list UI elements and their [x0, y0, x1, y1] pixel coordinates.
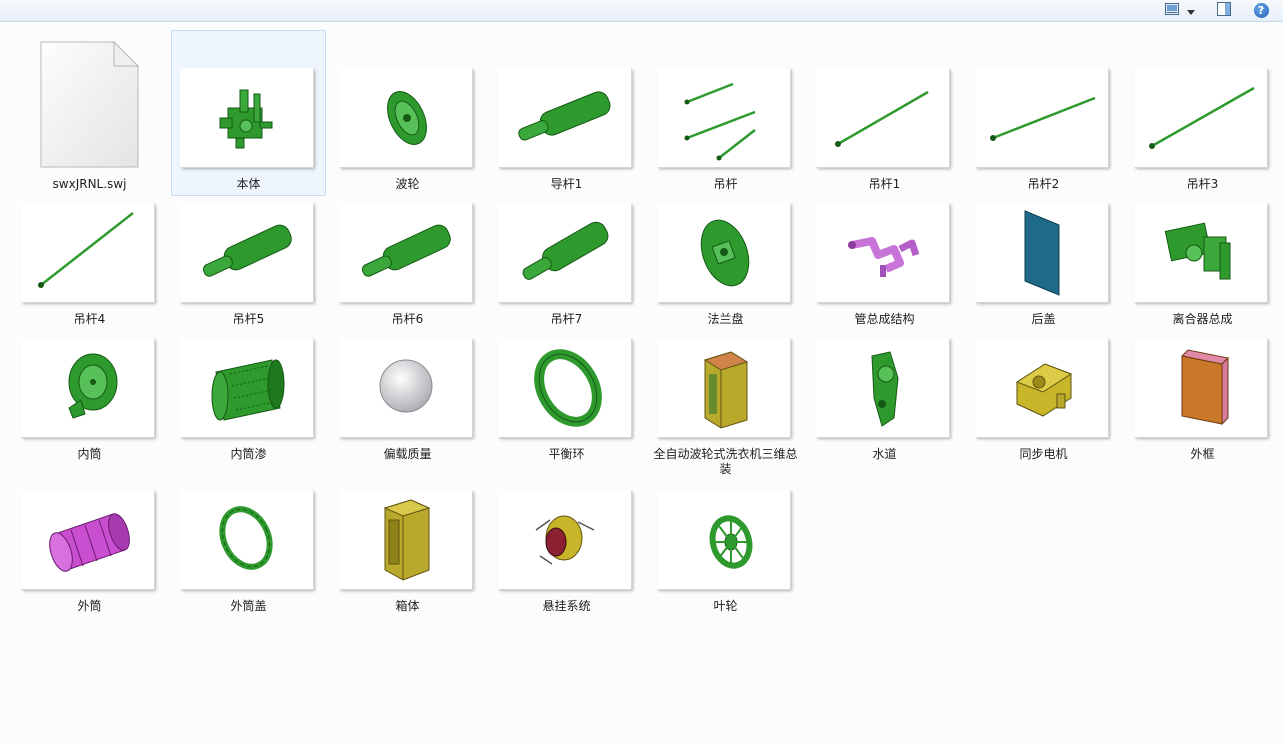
part-thumbnail	[180, 338, 313, 437]
file-label: 吊杆4	[73, 312, 106, 326]
part-thumbnail	[498, 68, 631, 167]
file-label: 导杆1	[550, 177, 583, 191]
file-label: 法兰盘	[707, 312, 744, 326]
file-label: 内筒渗	[230, 447, 267, 461]
file-label: 平衡环	[548, 447, 585, 461]
part-thumbnail	[339, 68, 472, 167]
file-label: 吊杆7	[550, 312, 583, 326]
part-thumbnail	[498, 338, 631, 437]
preview-pane-button[interactable]	[1212, 1, 1236, 20]
assembly-thumbnail	[498, 490, 631, 589]
part-thumbnail	[180, 490, 313, 589]
help-button[interactable]: ?	[1250, 1, 1272, 20]
part-thumbnail	[339, 338, 472, 437]
file-label: 内筒	[77, 447, 102, 461]
file-label: 波轮	[395, 177, 420, 191]
file-label: 叶轮	[713, 599, 738, 613]
part-thumbnail	[816, 203, 949, 302]
file-label: 水道	[872, 447, 897, 461]
part-thumbnail	[21, 490, 154, 589]
part-thumbnail	[339, 490, 472, 589]
preview-pane-icon	[1217, 2, 1231, 19]
file-label: 同步电机	[1019, 447, 1068, 461]
part-thumbnail	[1134, 203, 1267, 302]
file-label: 悬挂系统	[542, 599, 591, 613]
part-thumbnail	[498, 203, 631, 302]
part-thumbnail	[816, 338, 949, 437]
part-thumbnail	[1134, 68, 1267, 167]
file-label: 吊杆5	[232, 312, 265, 326]
file-label: 吊杆	[713, 177, 738, 191]
view-options-button[interactable]	[1160, 1, 1200, 20]
part-thumbnail	[339, 203, 472, 302]
view-options-icon	[1165, 3, 1179, 18]
part-thumbnail	[657, 490, 790, 589]
file-label: 吊杆6	[391, 312, 424, 326]
part-thumbnail	[975, 338, 1108, 437]
file-label: 管总成结构	[854, 312, 915, 326]
part-thumbnail	[816, 68, 949, 167]
part-thumbnail	[180, 203, 313, 302]
chevron-down-icon	[1187, 4, 1195, 18]
part-thumbnail	[657, 203, 790, 302]
file-label: 偏载质量	[383, 447, 432, 461]
file-label: 本体	[236, 177, 261, 191]
explorer-toolbar: ?	[0, 0, 1283, 22]
assembly-thumbnail	[657, 338, 790, 437]
file-label: swxJRNL.swj	[52, 177, 127, 191]
document-icon	[12, 30, 167, 170]
file-label: 外筒	[77, 599, 102, 613]
part-thumbnail	[975, 203, 1108, 302]
file-label: 后盖	[1031, 312, 1056, 326]
file-label: 箱体	[395, 599, 420, 613]
part-thumbnail	[21, 203, 154, 302]
help-icon: ?	[1253, 3, 1269, 18]
part-thumbnail	[975, 68, 1108, 167]
part-thumbnail	[180, 68, 313, 167]
file-label: 吊杆1	[868, 177, 901, 191]
file-label: 离合器总成	[1172, 312, 1233, 326]
part-thumbnail	[1134, 338, 1267, 437]
file-label: 吊杆3	[1186, 177, 1219, 191]
part-thumbnail	[21, 338, 154, 437]
help-glyph: ?	[1257, 4, 1265, 17]
file-label: 吊杆2	[1027, 177, 1060, 191]
file-label: 外筒盖	[230, 599, 267, 613]
file-list-view[interactable]: swxJRNL.swj 本体 波轮 导杆1 吊杆 吊杆1 吊杆2 吊杆3 吊杆4…	[0, 22, 1283, 743]
file-label: 外框	[1190, 447, 1215, 461]
part-thumbnail	[657, 68, 790, 167]
file-label: 全自动波轮式洗衣机三维总装	[653, 447, 798, 476]
